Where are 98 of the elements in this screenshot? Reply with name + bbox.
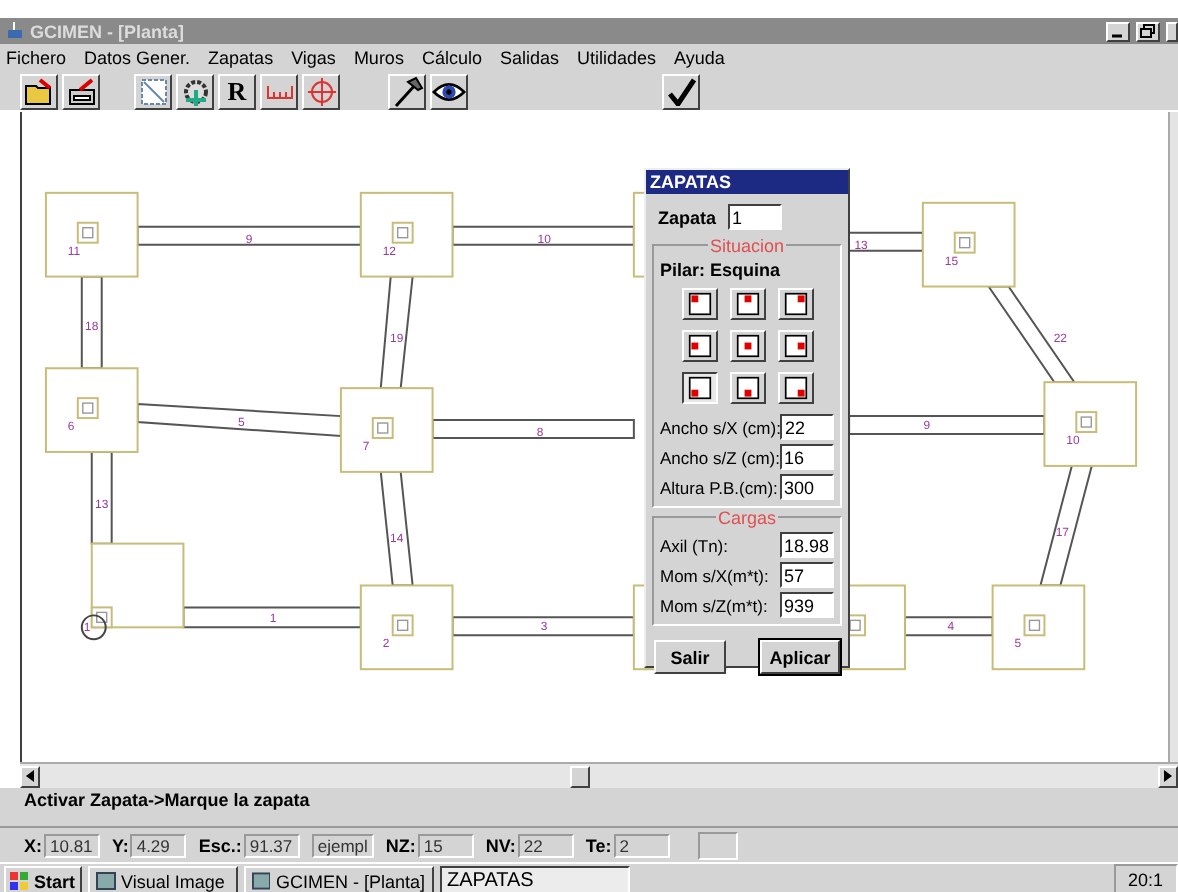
pillar-position-icon (783, 292, 807, 316)
windows-logo-icon (10, 872, 30, 890)
dashed-square-icon (139, 77, 167, 105)
field-label: Ancho s/X (cm): (660, 417, 781, 437)
window-title: GCIMEN - [Planta] (30, 21, 187, 41)
menu-item[interactable]: Cálculo (421, 48, 482, 68)
status-field (697, 831, 738, 859)
menu-item[interactable]: Fichero (6, 48, 67, 68)
toolbar-button[interactable] (176, 73, 214, 109)
pillar-position-icon (783, 376, 807, 400)
beam (80, 275, 103, 370)
status-label: Y: (112, 835, 129, 855)
hammer-icon (391, 75, 423, 107)
clock: 20:1 (1114, 864, 1178, 892)
field-label: Mom s/X(m*t): (660, 565, 769, 585)
menu-item[interactable]: Utilidades (577, 48, 657, 68)
restore-icon (1140, 24, 1156, 38)
status-message: Activar Zapata->Marque la zapata (24, 790, 310, 810)
window-icon (95, 872, 116, 890)
pillar-position-icon (687, 334, 711, 358)
minimize-button[interactable] (1106, 21, 1130, 41)
status-value: 2 (613, 833, 670, 857)
taskbar-item[interactable]: GCIMEN - [Planta] (243, 866, 434, 892)
beam (379, 275, 414, 390)
field-label: Zapata (658, 207, 717, 227)
toolbar-button[interactable] (662, 73, 700, 109)
taskbar-item[interactable]: ZAPATAS (439, 866, 630, 892)
status-value: 91.37 (243, 833, 300, 857)
status-label: Te: (585, 835, 612, 855)
toolbar-button[interactable] (388, 73, 426, 109)
field-label: Ancho s/Z (cm): (660, 447, 780, 467)
status-label: Esc.: (198, 835, 242, 855)
taskbar-item[interactable]: Visual Image (87, 866, 238, 892)
input-field[interactable]: 22 (780, 414, 835, 440)
target-icon (307, 77, 335, 105)
toolbar-button[interactable] (302, 73, 340, 109)
ruler-icon (265, 83, 293, 99)
vertical-scrollbar[interactable] (1168, 112, 1178, 762)
input-field[interactable]: 939 (780, 592, 834, 618)
toolbar-button[interactable] (20, 73, 58, 109)
input-field[interactable]: 300 (780, 474, 834, 500)
pillar-position-icon (735, 376, 759, 400)
menu-item[interactable]: Salidas (499, 48, 559, 68)
status-value: 22 (517, 833, 574, 857)
scroll-thumb[interactable] (569, 765, 589, 787)
dialog-title: ZAPATAS (646, 170, 848, 194)
window-icon (251, 872, 270, 890)
field-label: Mom s/Z(m*t): (660, 595, 768, 615)
status-value: 4.29 (130, 833, 187, 857)
toolbar-button[interactable] (260, 73, 298, 109)
pillar-position-icon (687, 292, 711, 316)
toolbar-button[interactable] (430, 73, 468, 109)
checkmark-icon (667, 77, 695, 105)
restore-button[interactable] (1136, 21, 1160, 41)
toolbar-button[interactable] (134, 73, 172, 109)
pillar-position-icon (735, 334, 759, 358)
menu-item[interactable]: Ayuda (674, 48, 725, 68)
start-button[interactable]: Start (4, 866, 82, 892)
gear-icon (179, 75, 211, 107)
beam (1039, 462, 1094, 587)
group-legend: Situacion (707, 236, 787, 256)
beam (379, 470, 414, 587)
input-field[interactable]: 1 (728, 204, 783, 230)
right-arrow-icon (1164, 770, 1172, 782)
status-value: 15 (417, 833, 474, 857)
menu-item[interactable]: Datos Gener. (84, 48, 191, 68)
horizontal-scrollbar[interactable] (20, 762, 1178, 788)
default-button[interactable]: Aplicar (760, 640, 840, 674)
printer-icon (65, 77, 97, 105)
input-field[interactable]: 57 (780, 562, 834, 588)
pillar-position-button[interactable] (681, 372, 717, 404)
status-label: X: (24, 835, 42, 855)
pillar-position-icon (783, 334, 807, 358)
menu-item[interactable]: Vigas (291, 48, 336, 68)
input-field[interactable]: 16 (780, 444, 834, 470)
field-label: Axil (Tn): (660, 535, 728, 555)
menu-item[interactable]: Muros (353, 48, 404, 68)
status-value: 10.81 (44, 833, 100, 857)
left-arrow-icon (26, 770, 34, 782)
toolbar-button[interactable]: R (218, 73, 256, 109)
close-button[interactable] (1166, 21, 1178, 41)
beam (90, 450, 113, 545)
input-field[interactable]: 18.98 (780, 532, 834, 558)
menu-item[interactable]: Zapatas (208, 48, 274, 68)
dialog-button[interactable]: Salir (654, 640, 726, 674)
pillar-label: Pilar: Esquina (660, 260, 783, 280)
toolbar-button[interactable] (62, 73, 100, 109)
beam (903, 616, 994, 637)
beam (986, 285, 1077, 384)
group-legend: Cargas (715, 508, 778, 528)
folder-icon (23, 77, 55, 105)
field-label: Altura P.B.(cm): (660, 477, 778, 497)
status-label: NV: (485, 835, 516, 855)
app-icon (6, 22, 24, 40)
pillar-position-icon (735, 292, 759, 316)
pillar-position-icon (687, 376, 711, 400)
status-label: NZ: (385, 835, 416, 855)
status-value: ejempl (311, 833, 374, 857)
